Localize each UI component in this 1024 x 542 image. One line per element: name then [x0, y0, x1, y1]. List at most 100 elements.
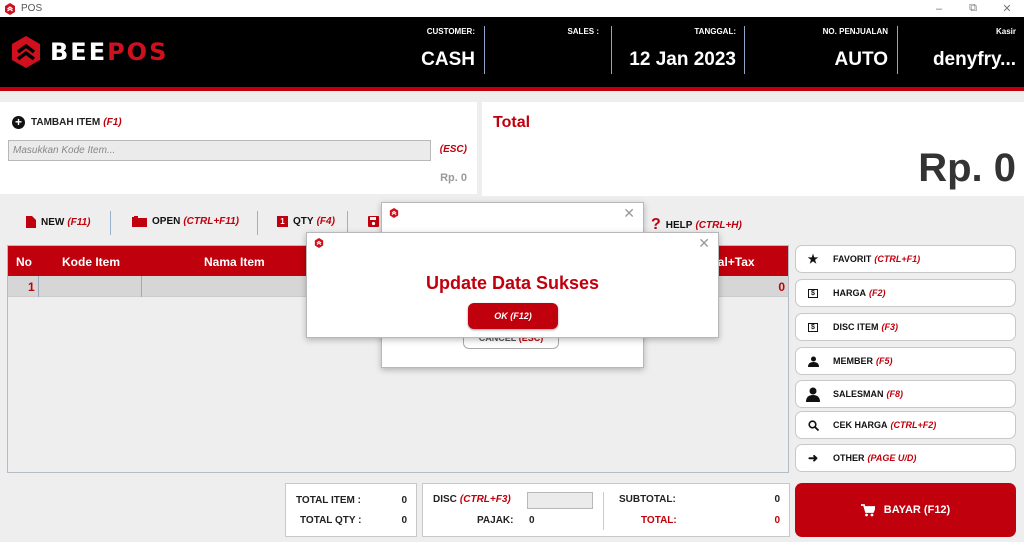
grand-total-label: TOTAL:	[641, 515, 677, 526]
subtotal-label: SUBTOTAL:	[619, 494, 676, 505]
header-divider	[744, 26, 745, 74]
close-icon[interactable]: ✕	[990, 0, 1024, 17]
success-dialog: ✕ Update Data Sukses OK (F12)	[306, 232, 719, 338]
salesman-shortcut: (F8)	[886, 389, 904, 399]
disc-shortcut: (CTRL+F3)	[459, 494, 511, 505]
close-icon[interactable]: ✕	[698, 235, 710, 252]
cashier-value: denyfry...	[932, 49, 1016, 70]
salesman-button[interactable]: SALESMAN (F8)	[795, 380, 1016, 408]
cell-divider	[141, 276, 142, 297]
other-button[interactable]: ➜ OTHER (PAGE U/D)	[795, 444, 1016, 472]
total-item-label: TOTAL ITEM :	[296, 495, 361, 506]
plus-circle-icon: +	[12, 116, 25, 129]
minimize-icon[interactable]: –	[922, 0, 956, 17]
total-panel: Total Rp. 0	[482, 102, 1024, 196]
payment-summary: DISC (CTRL+F3) PAJAK: 0 SUBTOTAL: 0 TOTAL…	[422, 483, 790, 537]
qty-button[interactable]: 1 QTY (F4)	[277, 216, 335, 227]
maximize-icon[interactable]: ⧉	[956, 0, 990, 17]
summary-divider	[603, 492, 604, 530]
cek-harga-button[interactable]: CEK HARGA (CTRL+F2)	[795, 411, 1016, 439]
sales-label: SALES :	[567, 27, 599, 36]
total-item-value: 0	[401, 495, 407, 506]
col-no[interactable]: No	[16, 255, 32, 269]
sales-field[interactable]: SALES :	[500, 27, 599, 49]
close-icon[interactable]: ✕	[623, 205, 635, 222]
member-shortcut: (F5)	[876, 356, 893, 366]
subtotal-value: 0	[774, 494, 780, 505]
pajak-label: PAJAK:	[477, 515, 514, 526]
header-divider	[611, 26, 612, 74]
pajak-value: 0	[529, 515, 535, 526]
disc-item-shortcut: (F3)	[881, 322, 899, 332]
search-icon	[805, 419, 821, 431]
cek-harga-label: CEK HARGA	[833, 420, 888, 430]
header-divider	[484, 26, 485, 74]
customer-field[interactable]: CUSTOMER: CASH	[400, 27, 475, 71]
total-amount: Rp. 0	[918, 146, 1016, 190]
disc-item-label: DISC ITEM	[833, 322, 879, 332]
col-kode-item[interactable]: Kode Item	[62, 255, 120, 269]
cek-harga-shortcut: (CTRL+F2)	[890, 420, 937, 430]
totals-summary: TOTAL ITEM : 0 TOTAL QTY : 0	[285, 483, 417, 537]
qty-label: QTY	[293, 216, 314, 227]
sale-number-value: AUTO	[834, 49, 888, 70]
ok-button[interactable]: OK (F12)	[468, 303, 558, 329]
favorit-shortcut: (CTRL+F1)	[874, 254, 921, 264]
open-shortcut: (CTRL+F11)	[183, 216, 239, 227]
disc-label-group: DISC (CTRL+F3)	[433, 494, 511, 505]
pay-label: BAYAR (F12)	[883, 504, 951, 516]
total-label: Total	[493, 114, 531, 131]
app-logo-icon	[389, 208, 399, 218]
disc-input[interactable]	[527, 492, 593, 509]
disc-label: DISC	[433, 494, 457, 505]
qty-shortcut: (F4)	[316, 216, 335, 227]
logo-text-red: POS	[107, 38, 169, 66]
favorit-button[interactable]: ★ FAVORIT (CTRL+F1)	[795, 245, 1016, 273]
sale-number-field: NO. PENJUALAN AUTO	[760, 27, 888, 71]
toolbar-divider	[257, 211, 258, 235]
pay-button[interactable]: BAYAR (F12)	[795, 483, 1016, 537]
date-field[interactable]: TANGGAL: 12 Jan 2023	[620, 27, 736, 71]
add-item-title[interactable]: + TAMBAH ITEM (F1)	[12, 116, 122, 129]
sale-number-label: NO. PENJUALAN	[822, 27, 888, 36]
member-label: MEMBER	[833, 356, 873, 366]
date-value: 12 Jan 2023	[629, 49, 736, 70]
logo-text-white: BEE	[50, 38, 108, 66]
add-item-shortcut: (F1)	[103, 117, 122, 128]
total-qty-label: TOTAL QTY :	[300, 515, 362, 526]
disc-item-button[interactable]: $ DISC ITEM (F3)	[795, 313, 1016, 341]
window-title: POS	[21, 3, 43, 14]
arrow-right-icon: ➜	[807, 451, 819, 465]
item-price: Rp. 0	[440, 172, 467, 184]
customer-label: CUSTOMER:	[426, 27, 475, 36]
salesman-label: SALESMAN	[833, 389, 884, 399]
harga-button[interactable]: $ HARGA (F2)	[795, 279, 1016, 307]
cell-divider	[38, 276, 39, 297]
grand-total-value: 0	[774, 515, 780, 526]
other-label: OTHER	[833, 453, 865, 463]
star-icon: ★	[807, 252, 819, 266]
save-icon	[368, 216, 379, 227]
open-button[interactable]: OPEN (CTRL+F11)	[132, 216, 239, 227]
member-button[interactable]: MEMBER (F5)	[795, 347, 1016, 375]
new-button[interactable]: NEW (F11)	[26, 216, 91, 228]
row-total-tax: 0	[778, 280, 785, 294]
col-nama-item[interactable]: Nama Item	[204, 255, 265, 269]
row-no: 1	[28, 280, 35, 294]
qty-icon: 1	[277, 216, 288, 227]
beepos-logo-icon	[12, 36, 40, 68]
favorit-label: FAVORIT	[833, 254, 872, 264]
cart-icon	[860, 503, 875, 516]
customer-value: CASH	[421, 49, 475, 70]
esc-shortcut[interactable]: (ESC)	[440, 144, 467, 155]
folder-icon	[132, 216, 147, 227]
new-label: NEW	[41, 216, 65, 228]
harga-shortcut: (F2)	[869, 288, 886, 298]
app-logo-icon	[314, 238, 324, 248]
file-icon	[26, 216, 36, 228]
price-tag-icon: $	[805, 288, 821, 298]
help-label: HELP	[665, 219, 693, 231]
salesman-icon	[805, 387, 821, 402]
add-item-label: TAMBAH ITEM	[31, 117, 101, 128]
item-code-input[interactable]	[8, 140, 431, 161]
